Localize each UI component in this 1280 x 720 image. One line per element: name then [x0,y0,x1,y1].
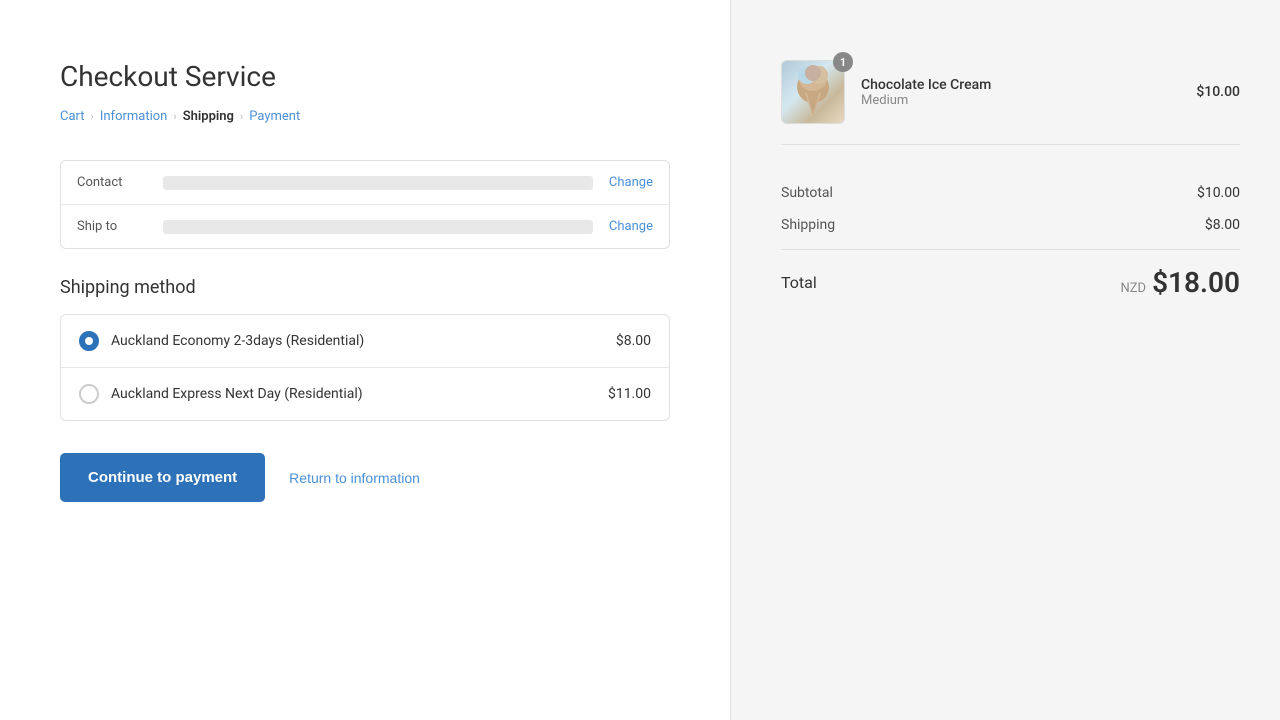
contact-change-btn[interactable]: Change [609,175,653,190]
ship-to-value-bar [163,220,593,234]
left-panel: Checkout Service Cart › Information › Sh… [0,0,730,720]
item-info: Chocolate Ice Cream Medium [861,77,1196,108]
contact-value-bar [163,176,593,190]
contact-label: Contact [77,175,147,190]
total-currency: NZD [1120,281,1146,296]
breadcrumb-sep-2: › [173,110,176,123]
breadcrumb: Cart › Information › Shipping › Payment [60,109,670,124]
ship-to-change-btn[interactable]: Change [609,219,653,234]
shipping-option-price-1: $11.00 [608,386,651,402]
shipping-option-1[interactable]: Auckland Express Next Day (Residential) … [61,368,669,420]
shipping-option-price-0: $8.00 [616,333,651,349]
ship-to-row: Ship to Change [61,205,669,248]
breadcrumb-payment[interactable]: Payment [249,109,300,124]
right-panel: 1 Chocolate Ice Cream Medium $10.00 Subt… [730,0,1280,720]
grand-total-row: Total NZD $18.00 [781,249,1240,299]
continue-to-payment-button[interactable]: Continue to payment [60,453,265,502]
breadcrumb-sep-1: › [91,110,94,123]
breadcrumb-sep-3: › [240,110,243,123]
ship-to-label: Ship to [77,219,147,234]
shipping-option-0[interactable]: Auckland Economy 2-3days (Residential) $… [61,315,669,368]
shipping-options: Auckland Economy 2-3days (Residential) $… [60,314,670,421]
breadcrumb-shipping: Shipping [183,109,234,124]
subtotal-value: $10.00 [1197,185,1240,201]
actions: Continue to payment Return to informatio… [60,453,670,502]
item-image-wrapper: 1 [781,60,845,124]
contact-box: Contact Change Ship to Change [60,160,670,249]
radio-express[interactable] [79,384,99,404]
order-totals: Subtotal $10.00 Shipping $8.00 Total NZD… [781,177,1240,299]
total-value: $18.00 [1152,266,1240,299]
subtotal-label: Subtotal [781,185,833,201]
item-badge: 1 [833,52,853,72]
total-label: Total [781,273,817,292]
subtotal-row: Subtotal $10.00 [781,177,1240,209]
shipping-row: Shipping $8.00 [781,209,1240,241]
shipping-value: $8.00 [1205,217,1240,233]
order-item: 1 Chocolate Ice Cream Medium $10.00 [781,60,1240,145]
shipping-option-label-0: Auckland Economy 2-3days (Residential) [111,333,616,349]
item-variant: Medium [861,93,1196,108]
shipping-method-title: Shipping method [60,277,670,298]
item-name: Chocolate Ice Cream [861,77,1196,93]
store-title: Checkout Service [60,60,670,93]
breadcrumb-information[interactable]: Information [100,109,168,124]
breadcrumb-cart[interactable]: Cart [60,109,85,124]
item-price: $10.00 [1196,84,1240,100]
shipping-label: Shipping [781,217,835,233]
contact-row: Contact Change [61,161,669,205]
grand-value-wrapper: NZD $18.00 [1120,266,1240,299]
return-to-information-button[interactable]: Return to information [289,470,420,486]
shipping-option-label-1: Auckland Express Next Day (Residential) [111,386,608,402]
item-image [781,60,845,124]
radio-economy[interactable] [79,331,99,351]
